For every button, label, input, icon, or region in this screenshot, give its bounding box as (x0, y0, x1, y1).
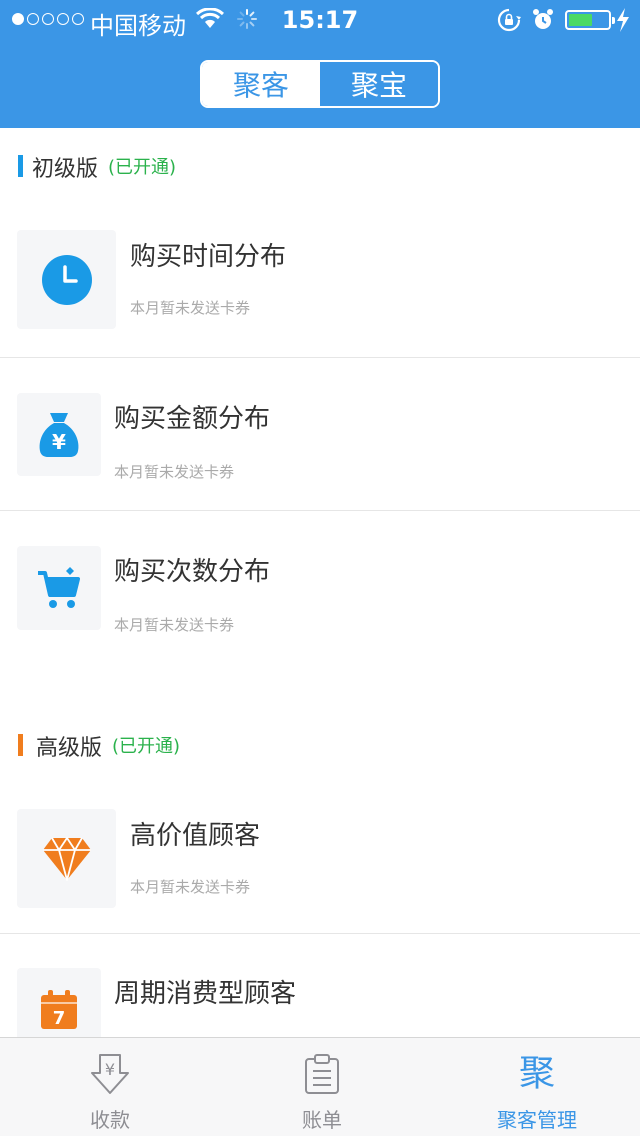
section-title: 高级版 (36, 736, 103, 761)
item-title: 周期消费型顾客 (114, 979, 297, 1009)
cart-icon (38, 567, 80, 608)
receive-money-icon: ¥ (91, 1054, 129, 1094)
tab-label: 账单 (302, 1108, 342, 1132)
segment-jueke[interactable]: 聚客 (202, 62, 320, 106)
item-title: 购买时间分布 (130, 242, 287, 272)
list-item-purchase-amount[interactable]: ¥ 购买金额分布 本月暂未发送卡券 (0, 393, 640, 481)
item-icon-box: ¥ (17, 393, 101, 476)
list-item-periodic-customer[interactable]: 7 周期消费型顾客 (0, 968, 640, 1052)
section-title: 初级版 (32, 157, 99, 182)
tab-label: 收款 (90, 1108, 130, 1132)
item-icon-box (17, 809, 116, 908)
rotation-lock-icon (497, 8, 521, 32)
section-status: (已开通) (108, 157, 177, 178)
money-bag-icon: ¥ (39, 412, 79, 457)
item-icon-box (17, 546, 101, 630)
tab-label: 聚客管理 (497, 1108, 577, 1132)
list-item-purchase-count[interactable]: 购买次数分布 本月暂未发送卡券 (0, 546, 640, 634)
status-bar: 中国移动 15:17 (0, 0, 640, 40)
list-item-high-value-customer[interactable]: 高价值顾客 本月暂未发送卡券 (0, 809, 640, 909)
divider (0, 510, 640, 511)
divider (0, 933, 640, 934)
list-item-purchase-time[interactable]: 购买时间分布 本月暂未发送卡券 (0, 230, 640, 330)
segmented-control: 聚客 聚宝 (200, 60, 440, 108)
section-accent-bar (18, 155, 23, 177)
item-title: 高价值顾客 (130, 821, 261, 851)
item-title: 购买次数分布 (114, 557, 271, 587)
battery-level (569, 14, 592, 26)
tab-receive-money[interactable]: ¥ 收款 (50, 1038, 170, 1136)
tab-customer-management[interactable]: 聚 聚客管理 (467, 1038, 607, 1136)
charging-bolt-icon (617, 8, 629, 32)
customer-management-icon: 聚 (518, 1053, 555, 1094)
item-subtitle: 本月暂未发送卡券 (114, 616, 235, 634)
item-subtitle: 本月暂未发送卡券 (130, 878, 251, 896)
alarm-icon (533, 9, 553, 29)
item-icon-box (17, 230, 116, 329)
clock-icon (41, 254, 92, 305)
section-header-basic: 初级版 (已开通) (0, 145, 640, 185)
item-title: 购买金额分布 (114, 404, 271, 434)
divider (0, 357, 640, 358)
tab-bill[interactable]: 账单 (262, 1038, 382, 1136)
item-subtitle: 本月暂未发送卡券 (114, 463, 235, 481)
segment-jubao[interactable]: 聚宝 (320, 62, 438, 106)
app-header: 中国移动 15:17 聚客 聚宝 (0, 0, 640, 128)
svg-text:¥: ¥ (105, 1060, 115, 1079)
diamond-icon (42, 836, 91, 881)
section-header-advanced: 高级版 (已开通) (0, 724, 640, 764)
battery-icon (565, 10, 615, 30)
section-accent-bar (18, 734, 23, 756)
calendar-icon: 7 (41, 990, 77, 1029)
section-status: (已开通) (112, 736, 181, 757)
item-subtitle: 本月暂未发送卡券 (130, 299, 251, 317)
svg-text:7: 7 (53, 1008, 66, 1029)
tab-bar: ¥ 收款 账单 聚 聚客管理 (0, 1037, 640, 1136)
svg-text:¥: ¥ (52, 430, 66, 454)
app-root: 中国移动 15:17 聚客 聚宝 初级版 (已开通) 购买时间分布 本月暂未发送… (0, 0, 640, 1136)
bill-icon (305, 1054, 339, 1094)
